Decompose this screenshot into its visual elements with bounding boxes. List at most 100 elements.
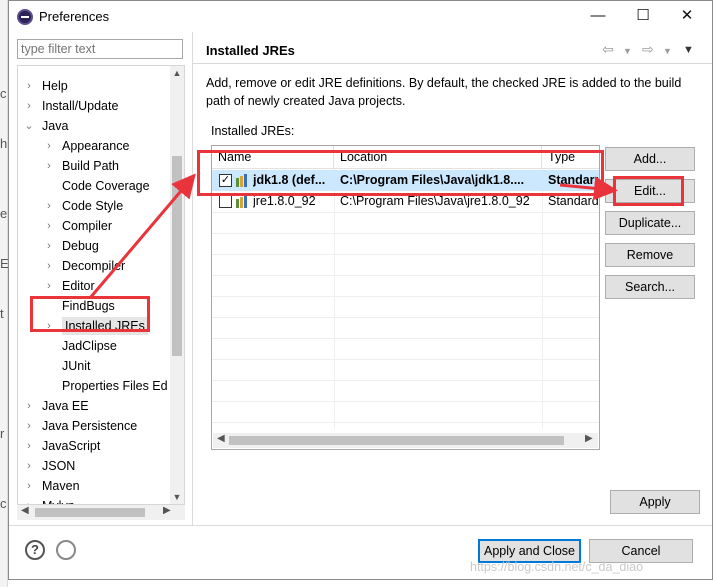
- tree-vertical-scrollbar[interactable]: ▲ ▼: [170, 66, 184, 504]
- tree-item[interactable]: › Mylyn: [18, 497, 170, 504]
- tree-item[interactable]: › Maven: [18, 477, 170, 495]
- scroll-right-icon[interactable]: ▶: [163, 505, 171, 516]
- annotation-box-installed-jres: [30, 296, 150, 332]
- row-checkbox[interactable]: [219, 195, 232, 208]
- expand-right-icon[interactable]: ›: [44, 217, 54, 235]
- tree-item-label: Maven: [42, 479, 80, 493]
- remove-button[interactable]: Remove: [605, 243, 695, 267]
- row-gridline: [212, 338, 599, 339]
- installed-jres-label: Installed JREs:: [211, 124, 295, 138]
- expand-right-icon[interactable]: ›: [24, 417, 34, 435]
- header-separator: [193, 63, 712, 64]
- row-gridline: [212, 275, 599, 276]
- tree-item-label: Editor: [62, 279, 95, 293]
- eclipse-icon: [17, 9, 33, 25]
- forward-icon[interactable]: ⇨: [642, 41, 654, 58]
- tree-item-label: Appearance: [62, 139, 130, 153]
- tree-hscroll-thumb[interactable]: [35, 508, 145, 517]
- back-menu-icon[interactable]: ▼: [623, 46, 632, 56]
- tree-item[interactable]: › Appearance: [18, 137, 170, 155]
- tree-item[interactable]: › JavaScript: [18, 437, 170, 455]
- title-bar: Preferences — ☐ ✕: [9, 1, 712, 32]
- tree-scroll-thumb[interactable]: [172, 156, 182, 356]
- tree-item[interactable]: › Help: [18, 77, 170, 95]
- row-gridline: [212, 380, 599, 381]
- forward-menu-icon[interactable]: ▼: [663, 46, 672, 56]
- tree-item[interactable]: › Java Persistence: [18, 417, 170, 435]
- tree-item-label: Build Path: [62, 159, 119, 173]
- row-gridline: [212, 422, 599, 423]
- search-button[interactable]: Search...: [605, 275, 695, 299]
- expand-right-icon[interactable]: ›: [24, 77, 34, 95]
- close-button[interactable]: ✕: [673, 5, 701, 27]
- scroll-right-icon[interactable]: ▶: [585, 433, 593, 444]
- jre-library-icon: [236, 195, 250, 208]
- page-description: Add, remove or edit JRE definitions. By …: [206, 76, 682, 108]
- row-gridline: [212, 212, 599, 213]
- expand-right-icon[interactable]: ›: [24, 457, 34, 475]
- expand-right-icon[interactable]: ›: [44, 197, 54, 215]
- maximize-button[interactable]: ☐: [629, 5, 657, 27]
- expand-right-icon[interactable]: ›: [24, 477, 34, 495]
- background-editor-strip: cheEtrc: [0, 0, 9, 587]
- scroll-up-icon[interactable]: ▲: [170, 68, 184, 78]
- add-button[interactable]: Add...: [605, 147, 695, 171]
- expand-right-icon[interactable]: ›: [24, 97, 34, 115]
- tree-item[interactable]: › Decompiler: [18, 257, 170, 275]
- tree-item-label: JavaScript: [42, 439, 101, 453]
- table-hscroll-thumb[interactable]: [229, 436, 564, 445]
- tree-item-label: Decompiler: [62, 259, 126, 273]
- expand-right-icon[interactable]: ›: [24, 497, 34, 504]
- table-horizontal-scrollbar[interactable]: ◀ ▶: [213, 433, 598, 448]
- tree-item[interactable]: JadClipse: [18, 337, 170, 355]
- expand-right-icon[interactable]: ›: [44, 257, 54, 275]
- tree-item[interactable]: ⌄ Java: [18, 117, 170, 135]
- tree-item-label: Code Style: [62, 199, 124, 213]
- minimize-button[interactable]: —: [584, 5, 612, 27]
- tree-item[interactable]: › Build Path: [18, 157, 170, 175]
- row-gridline: [212, 254, 599, 255]
- tree-horizontal-scrollbar[interactable]: ◀ ▶: [17, 505, 185, 520]
- scroll-left-icon[interactable]: ◀: [217, 433, 225, 444]
- tree-item[interactable]: › Code Style: [18, 197, 170, 215]
- tree-item[interactable]: › Install/Update: [18, 97, 170, 115]
- duplicate-button[interactable]: Duplicate...: [605, 211, 695, 235]
- annotation-box-edit: [613, 176, 684, 206]
- window-title: Preferences: [39, 9, 110, 24]
- tree-item[interactable]: JUnit: [18, 357, 170, 375]
- back-icon[interactable]: ⇦: [602, 41, 614, 58]
- scroll-left-icon[interactable]: ◀: [21, 505, 29, 516]
- tree-item[interactable]: › Compiler: [18, 217, 170, 235]
- apply-button[interactable]: Apply: [610, 490, 700, 514]
- help-icon[interactable]: ?: [25, 540, 45, 560]
- tree-item-label: Java: [42, 119, 69, 133]
- bottom-separator: [9, 525, 712, 526]
- panel-divider[interactable]: [192, 32, 193, 525]
- preference-tree-panel: › Help › Install/Update ⌄ Java › Appearance › Bui…: [15, 37, 189, 521]
- tree-item[interactable]: Properties Files Ed: [18, 377, 170, 395]
- row-gridline: [212, 233, 599, 234]
- filter-input[interactable]: [17, 39, 183, 59]
- expand-right-icon[interactable]: ›: [44, 157, 54, 175]
- tree-item[interactable]: › Editor: [18, 277, 170, 295]
- expand-down-icon[interactable]: ⌄: [24, 117, 34, 135]
- scroll-down-icon[interactable]: ▼: [170, 492, 184, 502]
- expand-right-icon[interactable]: ›: [24, 437, 34, 455]
- watermark-text: https://blog.csdn.net/c_da_diao: [470, 560, 644, 574]
- tree-item[interactable]: › JSON: [18, 457, 170, 475]
- tree-item[interactable]: › Java EE: [18, 397, 170, 415]
- tree-item[interactable]: Code Coverage: [18, 177, 170, 195]
- expand-right-icon[interactable]: ›: [44, 277, 54, 295]
- page-title: Installed JREs: [206, 43, 295, 58]
- import-export-icon[interactable]: [56, 540, 76, 560]
- expand-right-icon[interactable]: ›: [24, 397, 34, 415]
- annotation-box-jre-row: [197, 150, 604, 196]
- view-menu-icon[interactable]: ▼: [683, 44, 694, 56]
- row-gridline: [212, 296, 599, 297]
- expand-right-icon[interactable]: ›: [44, 137, 54, 155]
- tree-item[interactable]: › Debug: [18, 237, 170, 255]
- tree-item-label: JadClipse: [62, 339, 117, 353]
- tree-item-label: Code Coverage: [62, 179, 150, 193]
- expand-right-icon[interactable]: ›: [44, 237, 54, 255]
- tree-item-label: JUnit: [62, 359, 91, 373]
